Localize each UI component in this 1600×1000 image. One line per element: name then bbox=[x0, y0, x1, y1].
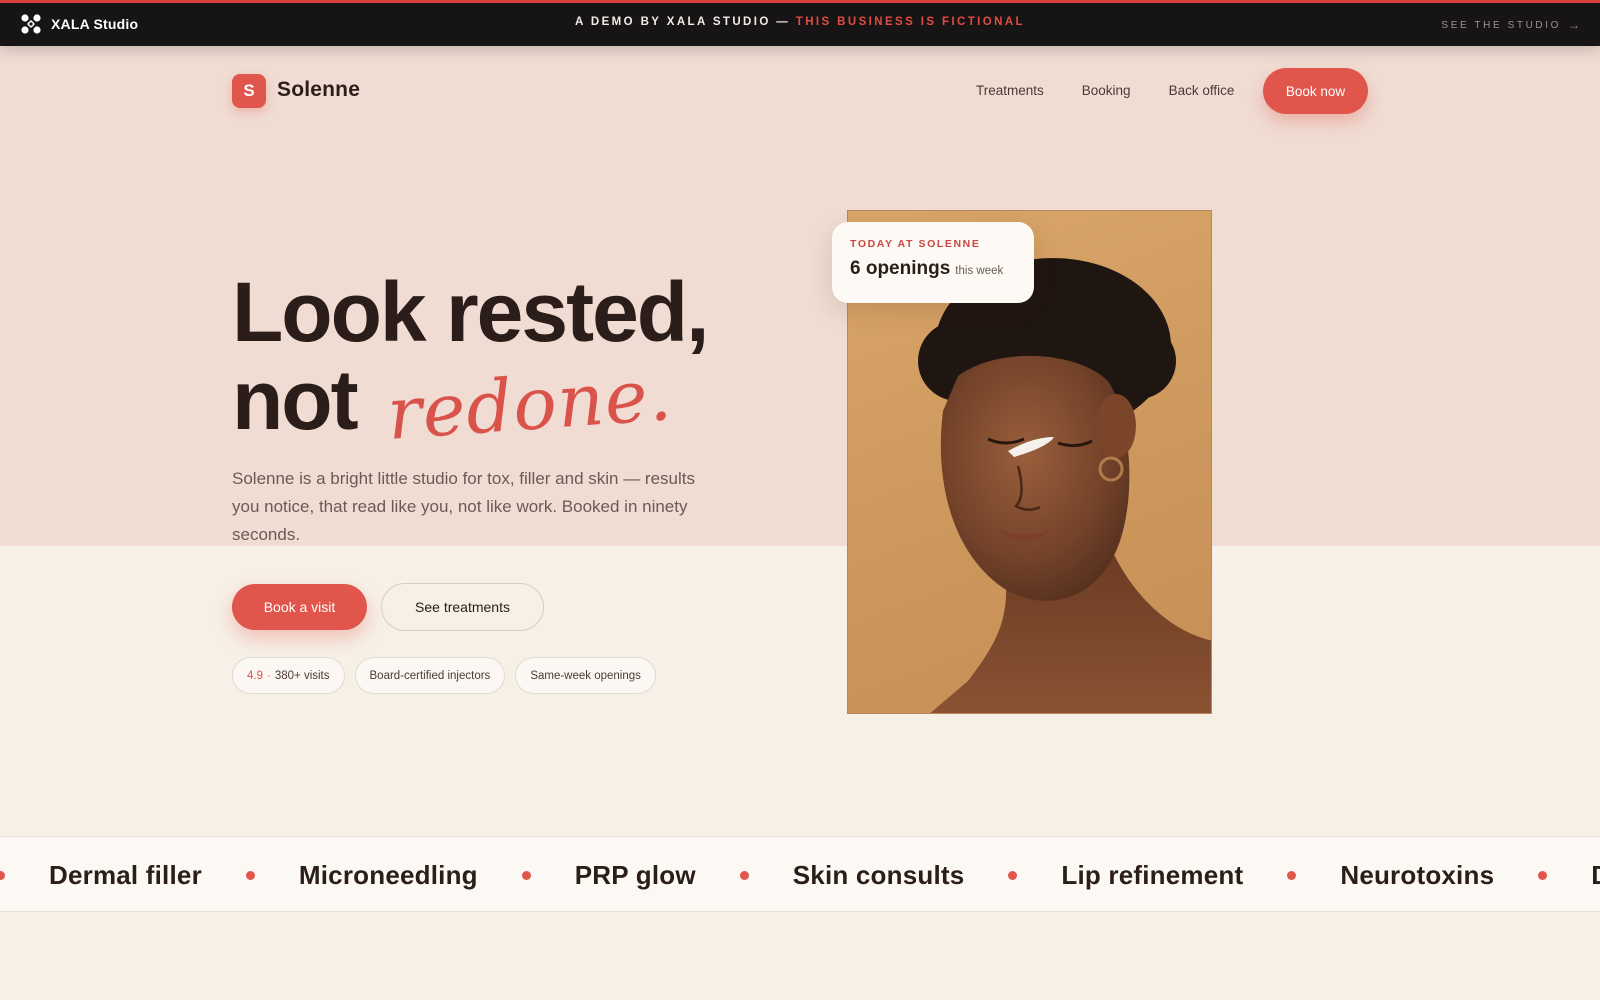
headline-plain-word: not bbox=[232, 353, 359, 447]
marquee-item-truncated: D bbox=[1591, 860, 1600, 891]
see-treatments-button[interactable]: See treatments bbox=[381, 583, 544, 631]
marquee-item-prp-glow: PRP glow bbox=[574, 859, 696, 890]
see-studio-label: SEE THE STUDIO bbox=[1441, 19, 1561, 31]
treatments-marquee: Dermal filler Microneedling PRP glow Ski… bbox=[0, 836, 1600, 912]
demo-disclaimer: A DEMO BY XALA STUDIO — THIS BUSINESS IS… bbox=[0, 16, 1600, 28]
main-nav: Treatments Booking Back office bbox=[976, 83, 1234, 98]
marquee-item-microneedling: Microneedling bbox=[298, 859, 478, 890]
trust-chips: 4.9 · 380+ visits Board-certified inject… bbox=[232, 657, 656, 694]
hero-headline: Look rested, not redone. bbox=[232, 265, 709, 456]
demo-disclaimer-prefix: A DEMO BY XALA STUDIO — bbox=[575, 16, 796, 28]
openings-note: this week bbox=[955, 265, 1004, 277]
marquee-dot bbox=[1538, 870, 1548, 880]
rating-chip: 4.9 · 380+ visits bbox=[232, 657, 345, 694]
rating-value: 4.9 bbox=[247, 669, 263, 682]
headline-line-1: Look rested, bbox=[232, 265, 709, 359]
marquee-dot bbox=[1008, 870, 1018, 880]
openings-eyebrow: TODAY AT SOLENNE bbox=[850, 238, 981, 250]
openings-count: 6 openings bbox=[850, 258, 951, 279]
visits-count: 380+ visits bbox=[274, 669, 330, 682]
marquee-dot bbox=[739, 870, 749, 880]
arrow-right-icon: → bbox=[1568, 18, 1580, 32]
see-studio-link[interactable]: SEE THE STUDIO → bbox=[1441, 18, 1580, 32]
openings-card: TODAY AT SOLENNE 6 openings this week bbox=[832, 222, 1034, 303]
demo-banner: XALA Studio A DEMO BY XALA STUDIO — THIS… bbox=[0, 0, 1600, 46]
demo-disclaimer-accent: THIS BUSINESS IS FICTIONAL bbox=[795, 16, 1025, 28]
marquee-dot bbox=[0, 870, 5, 880]
chip-separator: · bbox=[267, 669, 271, 682]
hero-lead: Solenne is a bright little studio for to… bbox=[232, 469, 695, 544]
headline-line-2: not redone. bbox=[232, 352, 707, 456]
marquee-item-skin-consults: Skin consults bbox=[792, 859, 965, 890]
solenne-logo[interactable]: S bbox=[232, 74, 266, 108]
headline-script-word: redone. bbox=[384, 352, 675, 456]
marquee-dot bbox=[521, 870, 531, 880]
marquee-track: Dermal filler Microneedling PRP glow Ski… bbox=[0, 837, 1600, 911]
injectors-chip: Board-certified injectors bbox=[354, 657, 506, 694]
marquee-item-neurotoxins: Neurotoxins bbox=[1340, 859, 1495, 890]
nav-link-booking[interactable]: Booking bbox=[1082, 83, 1131, 98]
openings-chip: Same-week openings bbox=[515, 657, 656, 694]
openings-row: 6 openings this week bbox=[850, 258, 1016, 280]
marquee-item-lip-refinement: Lip refinement bbox=[1061, 859, 1244, 890]
marquee-item-dermal-filler: Dermal filler bbox=[49, 859, 202, 890]
nav-link-treatments[interactable]: Treatments bbox=[976, 83, 1044, 98]
marquee-dot bbox=[1287, 870, 1297, 880]
marquee-dot bbox=[245, 870, 255, 880]
book-visit-button[interactable]: Book a visit bbox=[232, 584, 367, 630]
nav-link-back-office[interactable]: Back office bbox=[1169, 83, 1235, 98]
book-now-button[interactable]: Book now bbox=[1263, 68, 1368, 114]
brand-name[interactable]: Solenne bbox=[277, 78, 360, 102]
